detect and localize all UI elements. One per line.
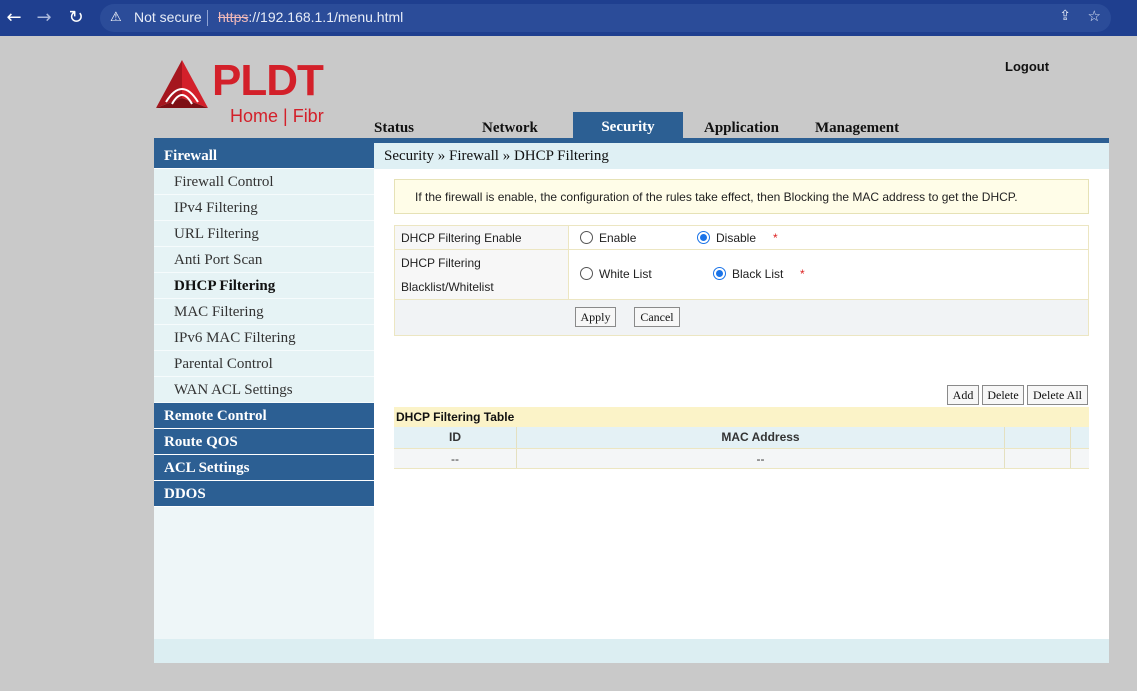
sidebar-item-wan-acl-settings[interactable]: WAN ACL Settings xyxy=(154,377,374,403)
main-nav: Status Network Security Application Mana… xyxy=(154,112,1109,140)
logout-link[interactable]: Logout xyxy=(1005,59,1049,74)
tab-application[interactable]: Application xyxy=(704,120,779,137)
sidebar-item-ipv4-filtering[interactable]: IPv4 Filtering xyxy=(154,195,374,221)
page-footer xyxy=(154,639,1109,663)
enable-radio-dot xyxy=(580,231,593,244)
table-header: ID MAC Address xyxy=(394,427,1089,448)
enable-radio[interactable]: Enable xyxy=(580,231,636,245)
cell-select xyxy=(1005,449,1071,468)
black-list-radio-dot xyxy=(713,267,726,280)
tab-security[interactable]: Security xyxy=(573,112,683,140)
list-mode-label-line2: Blacklist/Whitelist xyxy=(401,280,494,294)
sidebar-item-ipv6-mac-filtering[interactable]: IPv6 MAC Filtering xyxy=(154,325,374,351)
cell-mac: -- xyxy=(517,449,1005,468)
security-status[interactable]: Not secure xyxy=(134,9,202,25)
sidebar-item-firewall-control[interactable]: Firewall Control xyxy=(154,169,374,195)
browser-toolbar: ← → ↻ ⚠ Not secure https://192.168.1.1/m… xyxy=(0,0,1137,36)
sidebar-item-parental-control[interactable]: Parental Control xyxy=(154,351,374,377)
url-text[interactable]: https://192.168.1.1/menu.html xyxy=(218,9,403,25)
sidebar-item-url-filtering[interactable]: URL Filtering xyxy=(154,221,374,247)
dhcp-filtering-table: DHCP Filtering Table ID MAC Address -- -… xyxy=(394,407,1089,469)
sidebar-section-route-qos[interactable]: Route QOS xyxy=(154,429,374,455)
column-header-mac: MAC Address xyxy=(517,427,1005,448)
router-page: PLDT Home | Fibr Logout Status Network S… xyxy=(0,36,1137,691)
enable-label: DHCP Filtering Enable xyxy=(395,226,569,249)
share-icon[interactable]: ⇪ xyxy=(1059,8,1071,24)
pldt-emblem-icon xyxy=(156,60,208,108)
sidebar-section-remote-control[interactable]: Remote Control xyxy=(154,403,374,429)
required-mark: * xyxy=(800,267,805,281)
list-mode-row: DHCP Filtering Blacklist/Whitelist White… xyxy=(394,250,1089,300)
brand-name: PLDT xyxy=(212,56,324,105)
tab-network[interactable]: Network xyxy=(482,120,538,137)
url-host-path: ://192.168.1.1/menu.html xyxy=(248,9,404,25)
delete-button[interactable]: Delete xyxy=(982,385,1024,405)
cancel-button[interactable]: Cancel xyxy=(634,307,680,327)
sidebar-section-firewall[interactable]: Firewall xyxy=(154,143,374,169)
form-actions: Apply Cancel xyxy=(394,300,1089,336)
sidebar: Firewall Firewall Control IPv4 Filtering… xyxy=(154,143,374,639)
warning-icon[interactable]: ⚠ xyxy=(110,8,122,28)
url-protocol: https xyxy=(218,9,249,25)
black-list-radio[interactable]: Black List xyxy=(713,267,783,281)
sidebar-item-dhcp-filtering[interactable]: DHCP Filtering xyxy=(154,273,374,299)
bookmark-star-icon[interactable]: ☆ xyxy=(1088,7,1101,25)
required-mark: * xyxy=(773,231,778,245)
black-list-radio-label: Black List xyxy=(732,267,784,281)
reload-icon[interactable]: ↻ xyxy=(64,6,88,30)
white-list-radio-label: White List xyxy=(599,267,652,281)
list-mode-label-line1: DHCP Filtering xyxy=(401,256,481,270)
tab-status[interactable]: Status xyxy=(374,120,414,137)
white-list-radio[interactable]: White List xyxy=(580,267,652,281)
address-divider xyxy=(207,10,208,26)
sidebar-item-anti-port-scan[interactable]: Anti Port Scan xyxy=(154,247,374,273)
enable-row: DHCP Filtering Enable Enable Disable * xyxy=(394,225,1089,250)
info-note: If the firewall is enable, the configura… xyxy=(394,179,1089,214)
table-title: DHCP Filtering Table xyxy=(394,407,1089,427)
dhcp-filter-form: DHCP Filtering Enable Enable Disable * D… xyxy=(394,225,1089,336)
list-mode-label: DHCP Filtering Blacklist/Whitelist xyxy=(395,250,569,299)
apply-button[interactable]: Apply xyxy=(575,307,616,327)
sidebar-section-ddos[interactable]: DDOS xyxy=(154,481,374,507)
sidebar-section-acl-settings[interactable]: ACL Settings xyxy=(154,455,374,481)
white-list-radio-dot xyxy=(580,267,593,280)
back-arrow-icon[interactable]: ← xyxy=(2,6,26,30)
address-bar[interactable]: ⚠ Not secure https://192.168.1.1/menu.ht… xyxy=(100,4,1111,32)
forward-arrow-icon[interactable]: → xyxy=(32,6,56,30)
column-header-id: ID xyxy=(394,427,517,448)
add-button[interactable]: Add xyxy=(947,385,979,405)
disable-radio[interactable]: Disable xyxy=(697,231,756,245)
disable-radio-dot xyxy=(697,231,710,244)
enable-radio-label: Enable xyxy=(599,231,637,245)
tab-management[interactable]: Management xyxy=(815,120,899,137)
delete-all-button[interactable]: Delete All xyxy=(1027,385,1088,405)
breadcrumb: Security » Firewall » DHCP Filtering xyxy=(374,143,1109,169)
sidebar-item-mac-filtering[interactable]: MAC Filtering xyxy=(154,299,374,325)
table-row[interactable]: -- -- xyxy=(394,448,1089,469)
cell-id: -- xyxy=(394,449,517,468)
disable-radio-label: Disable xyxy=(716,231,757,245)
main-content: Security » Firewall » DHCP Filtering If … xyxy=(374,143,1109,639)
column-header-select xyxy=(1005,427,1071,448)
